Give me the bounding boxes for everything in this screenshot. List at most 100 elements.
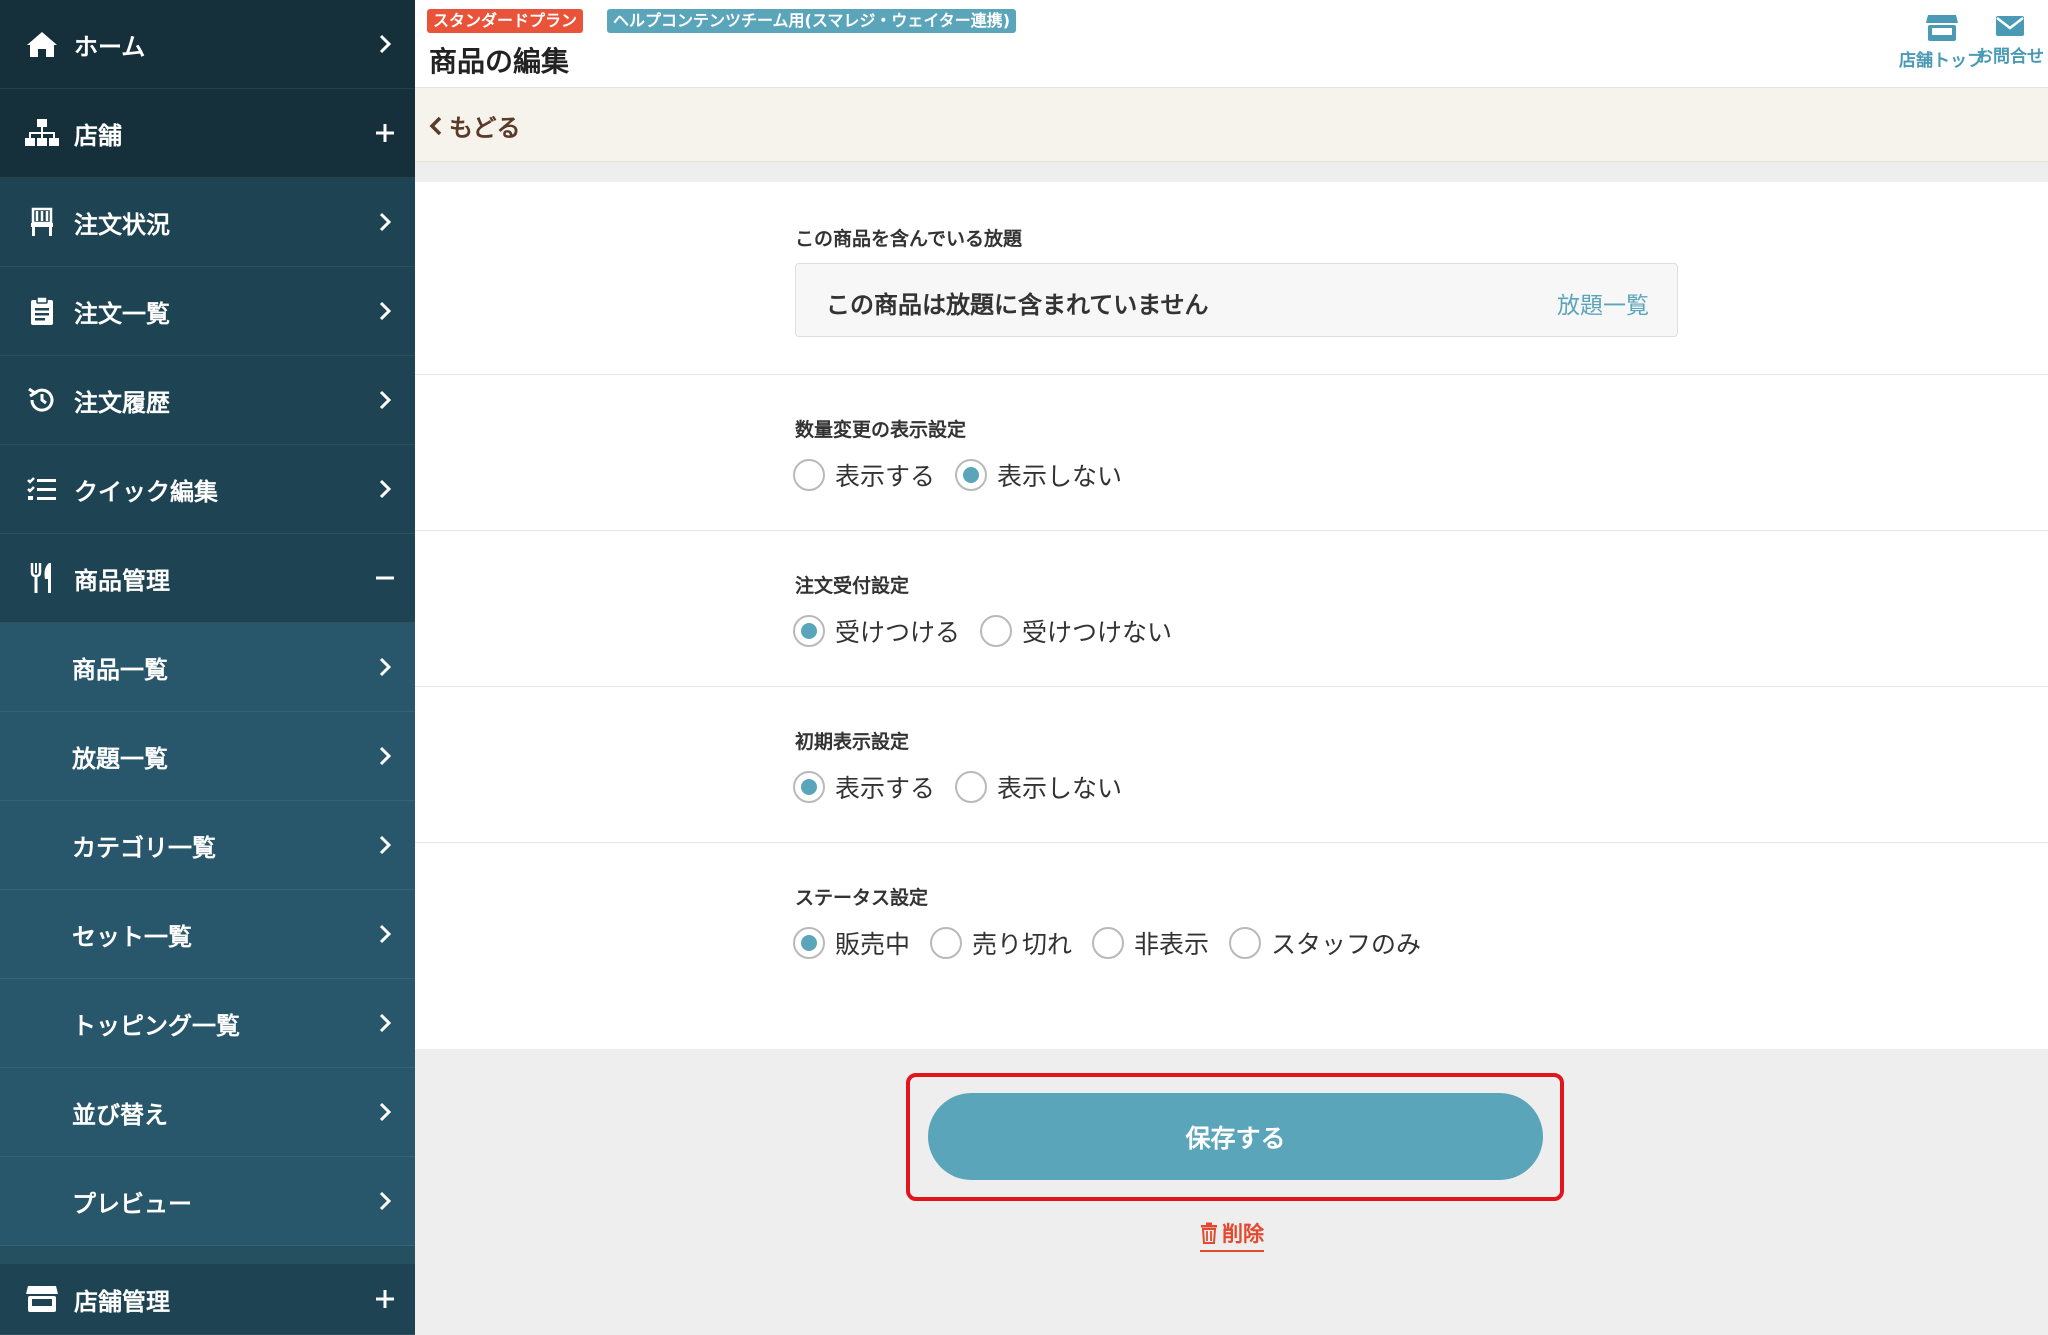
- page-title: 商品の編集: [429, 45, 570, 78]
- order-acceptance-label: 注文受付設定: [795, 575, 910, 597]
- sidebar-item-order-history[interactable]: 注文履歴: [0, 356, 415, 445]
- chevron-right-icon: [355, 33, 415, 55]
- sidebar-item-label: 注文一覧: [74, 299, 170, 328]
- radio-circle[interactable]: [1229, 927, 1262, 959]
- quantity-display-section: 数量変更の表示設定 表示する 表示しない: [415, 375, 2048, 531]
- home-icon: [22, 24, 62, 64]
- status-hidden-radio[interactable]: 非表示: [1092, 925, 1209, 961]
- radio-circle-selected[interactable]: [793, 771, 825, 803]
- radio-label: 販売中: [835, 930, 911, 959]
- sidebar-item-label: 店舗: [74, 121, 122, 150]
- chevron-right-icon: [355, 1101, 415, 1123]
- initial-display-section: 初期表示設定 表示する 表示しない: [415, 687, 2048, 843]
- sidebar-item-label: 店舗管理: [74, 1287, 170, 1316]
- radio-label: 売り切れ: [972, 930, 1073, 959]
- save-button[interactable]: 保存する: [928, 1093, 1543, 1180]
- radio-circle-selected[interactable]: [955, 459, 988, 491]
- order-accept-radio[interactable]: 受けつける: [793, 613, 960, 649]
- sidebar-item-houdai-list[interactable]: 放題一覧: [0, 712, 415, 801]
- chevron-right-icon: [355, 1190, 415, 1212]
- sidebar-item-set-list[interactable]: セット一覧: [0, 890, 415, 979]
- radio-circle[interactable]: [955, 771, 988, 803]
- radio-label: 受けつけない: [1022, 618, 1173, 647]
- radio-circle[interactable]: [1092, 927, 1125, 959]
- clipboard-icon: [22, 291, 62, 331]
- status-label: ステータス設定: [795, 887, 929, 909]
- page-header: スタンダードプラン ヘルプコンテンツチーム用(スマレジ・ウェイター連携) 商品の…: [415, 0, 2048, 88]
- plus-icon: [355, 122, 415, 144]
- houdai-list-link[interactable]: 放題一覧: [1557, 286, 1649, 320]
- sidebar-item-product-list[interactable]: 商品一覧: [0, 623, 415, 712]
- houdai-info-box: この商品は放題に含まれていません 放題一覧: [795, 263, 1678, 337]
- sidebar-item-order-list[interactable]: 注文一覧: [0, 267, 415, 356]
- status-on-sale-radio[interactable]: 販売中: [793, 925, 910, 961]
- initial-display-show-radio[interactable]: 表示する: [793, 769, 935, 805]
- radio-label: スタッフのみ: [1271, 930, 1422, 959]
- store-icon: [22, 1279, 62, 1319]
- delete-link[interactable]: 削除: [1200, 1218, 1264, 1252]
- sidebar-item-category-list[interactable]: カテゴリ一覧: [0, 801, 415, 890]
- order-reject-radio[interactable]: 受けつけない: [980, 613, 1172, 649]
- sidebar-item-order-status[interactable]: 注文状況: [0, 178, 415, 267]
- radio-circle-selected[interactable]: [793, 615, 825, 647]
- contact-link[interactable]: お問合せ: [1976, 14, 2044, 67]
- minus-icon: [355, 567, 415, 589]
- team-badge: ヘルプコンテンツチーム用(スマレジ・ウェイター連携): [607, 9, 1017, 33]
- chevron-right-icon: [355, 1012, 415, 1034]
- chevron-right-icon: [355, 745, 415, 767]
- history-icon: [22, 380, 62, 420]
- radio-circle[interactable]: [793, 459, 825, 491]
- radio-circle-selected[interactable]: [793, 927, 825, 959]
- sidebar-item-label: 並び替え: [72, 1100, 168, 1129]
- houdai-message: この商品は放題に含まれていません: [826, 291, 1209, 319]
- chevron-right-icon: [355, 656, 415, 678]
- sidebar-item-quick-edit[interactable]: クイック編集: [0, 445, 415, 534]
- sidebar-item-label: 注文履歴: [74, 388, 170, 417]
- back-bar: もどる: [415, 88, 2048, 162]
- envelope-icon: [1996, 16, 2024, 36]
- store-top-label: 店舗トップ: [1899, 51, 1984, 71]
- chevron-right-icon: [355, 389, 415, 411]
- sidebar-item-sort[interactable]: 並び替え: [0, 1068, 415, 1157]
- sidebar: ホーム 店舗 注文状況 注文一覧 注文履歴 クイック編集 商品管理 商品一覧 放…: [0, 0, 415, 1335]
- back-link[interactable]: もどる: [429, 108, 521, 143]
- status-radio-group: 販売中 売り切れ 非表示 スタッフのみ: [793, 925, 1441, 961]
- store-top-link[interactable]: 店舗トップ: [1899, 14, 1984, 71]
- sidebar-item-product-management[interactable]: 商品管理: [0, 534, 415, 623]
- delete-label: 削除: [1222, 1222, 1264, 1246]
- sidebar-item-label: セット一覧: [72, 922, 192, 951]
- chevron-right-icon: [355, 300, 415, 322]
- chevron-right-icon: [355, 834, 415, 856]
- radio-circle[interactable]: [930, 927, 963, 959]
- sidebar-item-label: 注文状況: [74, 210, 170, 239]
- plus-icon: [355, 1288, 415, 1310]
- radio-label: 表示しない: [997, 462, 1123, 491]
- sidebar-item-label: 商品一覧: [72, 655, 168, 684]
- sidebar-item-label: カテゴリ一覧: [72, 833, 216, 862]
- radio-circle[interactable]: [980, 615, 1013, 647]
- chair-icon: [22, 202, 62, 242]
- chevron-right-icon: [355, 211, 415, 233]
- radio-label: 受けつける: [835, 618, 961, 647]
- chevron-right-icon: [355, 478, 415, 500]
- plan-badge: スタンダードプラン: [427, 9, 584, 33]
- sidebar-item-home[interactable]: ホーム: [0, 0, 415, 89]
- sidebar-item-store-management[interactable]: 店舗管理: [0, 1264, 415, 1335]
- radio-label: 非表示: [1134, 930, 1210, 959]
- back-label: もどる: [449, 114, 521, 142]
- quantity-display-hide-radio[interactable]: 表示しない: [955, 457, 1122, 493]
- radio-label: 表示する: [835, 462, 936, 491]
- trash-icon: [1201, 1222, 1217, 1244]
- quantity-display-show-radio[interactable]: 表示する: [793, 457, 935, 493]
- initial-display-hide-radio[interactable]: 表示しない: [955, 769, 1122, 805]
- status-staff-only-radio[interactable]: スタッフのみ: [1229, 925, 1421, 961]
- utensils-icon: [22, 558, 62, 598]
- order-acceptance-radio-group: 受けつける 受けつけない: [793, 613, 1192, 649]
- initial-display-radio-group: 表示する 表示しない: [793, 769, 1142, 805]
- initial-display-label: 初期表示設定: [795, 731, 910, 753]
- status-sold-out-radio[interactable]: 売り切れ: [930, 925, 1072, 961]
- sidebar-item-preview[interactable]: プレビュー: [0, 1157, 415, 1246]
- sidebar-item-topping-list[interactable]: トッピング一覧: [0, 979, 415, 1068]
- status-section: ステータス設定 販売中 売り切れ 非表示 スタッフのみ: [415, 843, 2048, 1049]
- sidebar-item-store[interactable]: 店舗: [0, 89, 415, 178]
